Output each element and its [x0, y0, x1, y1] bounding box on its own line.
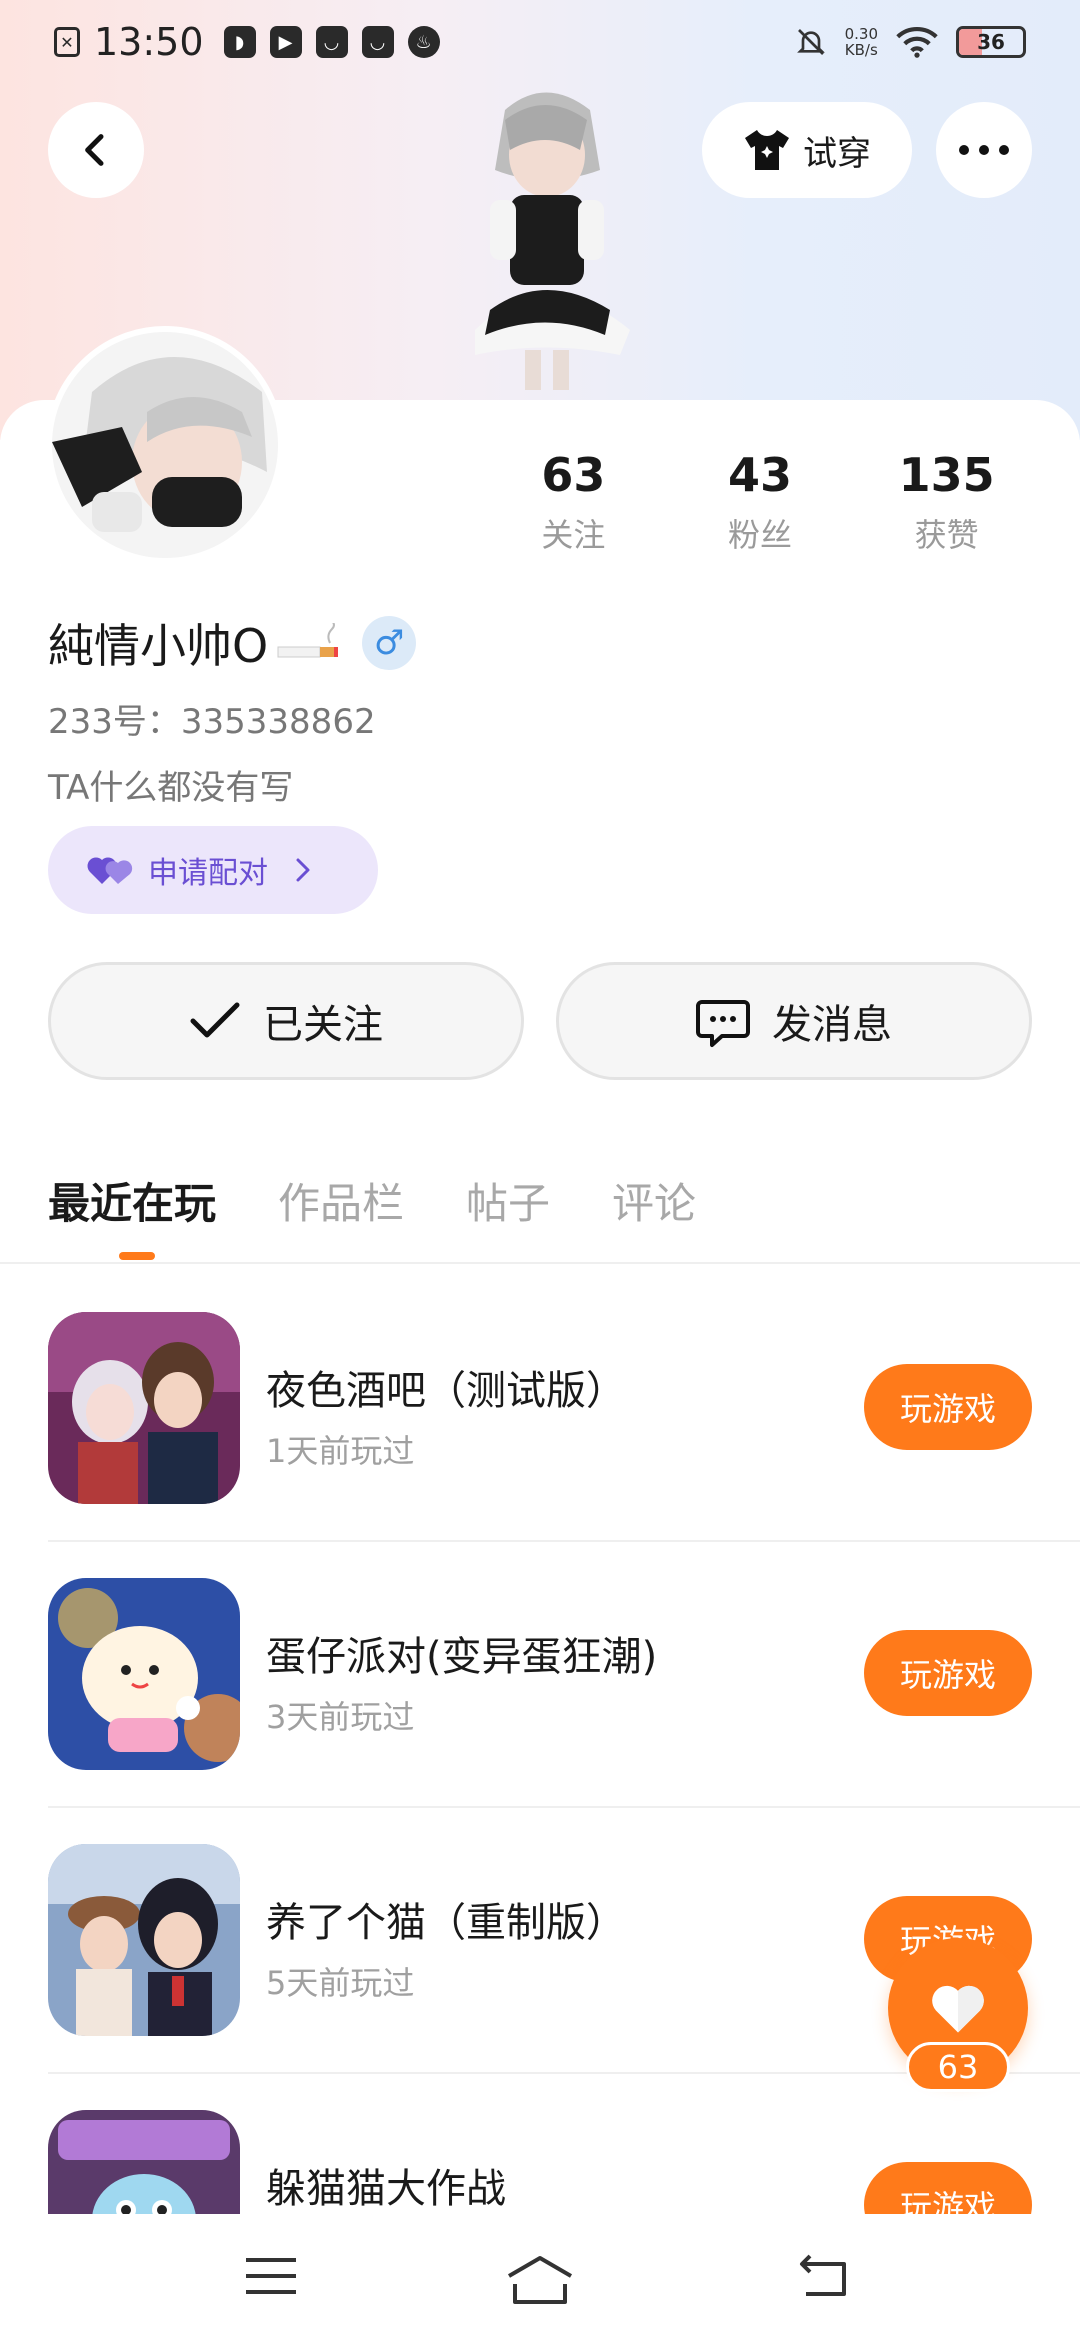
- status-bar: ✕ 13:50 ◗ ▶ ◡ ◡ ♨ 0.30 KB/s 36: [0, 0, 1080, 84]
- net-speed-value: 0.30: [844, 25, 878, 43]
- stat-following[interactable]: 63 关注: [480, 448, 667, 556]
- list-item[interactable]: 躲猫猫大作战 玩游戏: [48, 2110, 1080, 2214]
- play-game-button[interactable]: 玩游戏: [864, 2162, 1032, 2214]
- net-speed: 0.30 KB/s: [845, 26, 878, 58]
- back-button[interactable]: [48, 102, 144, 198]
- row-divider: [48, 1806, 1080, 1808]
- pair-request-button[interactable]: 申请配对: [48, 826, 378, 914]
- like-count-badge: 63: [906, 2042, 1010, 2092]
- stat-value: 63: [541, 448, 606, 502]
- chevron-right-icon: [296, 858, 310, 882]
- game-name: 夜色酒吧（测试版）: [266, 1368, 626, 1414]
- game-last-played: 1天前玩过: [266, 1432, 415, 1470]
- game-thumbnail: [48, 2110, 240, 2214]
- app-icon: ◗: [223, 26, 256, 58]
- hearts-icon: [87, 857, 133, 884]
- avatar-3d-figure[interactable]: [415, 80, 675, 400]
- game-thumbnail: [48, 1312, 240, 1504]
- flame-icon: ♨: [407, 26, 440, 58]
- stat-value: 43: [728, 448, 793, 502]
- stats-row: 63 关注 43 粉丝 135 获赞: [480, 448, 1040, 556]
- shirt-icon: [745, 130, 789, 170]
- nickname: 純情小帅O ♂: [48, 610, 417, 676]
- avatar-image: [52, 332, 278, 558]
- profile-tabs: 最近在玩 作品栏 帖子 评论: [48, 1170, 696, 1231]
- cigarette-emoji: [277, 623, 339, 658]
- stat-label: 粉丝: [728, 516, 793, 554]
- status-time: 13:50: [94, 20, 204, 64]
- tab-works[interactable]: 作品栏: [278, 1170, 404, 1231]
- game-last-played: 3天前玩过: [266, 1698, 415, 1736]
- game-last-played: 5天前玩过: [266, 1964, 415, 2002]
- pair-label: 申请配对: [148, 856, 268, 891]
- tab-indicator: [119, 1252, 155, 1260]
- tab-comments[interactable]: 评论: [612, 1170, 696, 1231]
- tab-recent-play[interactable]: 最近在玩: [48, 1170, 216, 1231]
- profile-avatar[interactable]: [46, 326, 284, 564]
- notification-icon: ◡: [315, 26, 348, 58]
- menu-icon[interactable]: [244, 2254, 298, 2298]
- battery-icon: 36: [956, 26, 1026, 58]
- stat-value: 135: [898, 448, 995, 502]
- nickname-text: 純情小帅O: [48, 619, 269, 673]
- message-label: 发消息: [772, 1002, 892, 1048]
- game-thumbnail: [48, 1844, 240, 2036]
- check-icon: [190, 1002, 240, 1038]
- wifi-icon: [896, 26, 938, 58]
- sim-icon: ✕: [54, 27, 80, 57]
- heart-icon: [932, 1985, 984, 2033]
- more-dots-icon: [959, 145, 1009, 155]
- stat-followers[interactable]: 43 粉丝: [667, 448, 854, 556]
- stat-label: 获赞: [914, 516, 979, 554]
- net-speed-unit: KB/s: [844, 41, 878, 59]
- more-button[interactable]: [936, 102, 1032, 198]
- system-nav-bar: [0, 2214, 1080, 2340]
- mute-bell-icon: [796, 29, 825, 55]
- tryon-label: 试穿: [803, 133, 871, 174]
- list-item[interactable]: 夜色酒吧（测试版） 1天前玩过 玩游戏: [48, 1312, 1080, 1578]
- game-thumbnail: [48, 1578, 240, 1770]
- play-game-button[interactable]: 玩游戏: [864, 1630, 1032, 1716]
- home-icon[interactable]: [505, 2254, 575, 2306]
- game-name: 养了个猫（重制版）: [266, 1900, 626, 1946]
- message-button[interactable]: 发消息: [556, 962, 1032, 1080]
- play-game-button[interactable]: 玩游戏: [864, 1364, 1032, 1450]
- row-divider: [48, 1540, 1080, 1542]
- stat-likes[interactable]: 135 获赞: [853, 448, 1040, 556]
- bio: TA什么都没有写: [48, 768, 294, 808]
- tab-posts[interactable]: 帖子: [466, 1170, 550, 1231]
- back-nav-icon[interactable]: [796, 2254, 850, 2298]
- notification-icon-2: ◡: [361, 26, 394, 58]
- game-name: 躲猫猫大作战: [266, 2166, 506, 2212]
- game-name: 蛋仔派对(变异蛋狂潮): [266, 1634, 658, 1680]
- chat-bubble-icon: [696, 1000, 750, 1047]
- chevron-left-icon: [85, 134, 104, 166]
- tabs-divider: [0, 1262, 1080, 1264]
- list-item[interactable]: 蛋仔派对(变异蛋狂潮) 3天前玩过 玩游戏: [48, 1578, 1080, 1844]
- user-id: 233号：335338862: [48, 702, 376, 742]
- follow-button[interactable]: 已关注: [48, 962, 524, 1080]
- gender-badge: ♂: [362, 616, 417, 670]
- follow-label: 已关注: [263, 1002, 383, 1048]
- stat-label: 关注: [541, 516, 606, 554]
- battery-level: 36: [977, 30, 1005, 54]
- video-icon: ▶: [269, 26, 302, 58]
- tryon-button[interactable]: 试穿: [702, 102, 912, 198]
